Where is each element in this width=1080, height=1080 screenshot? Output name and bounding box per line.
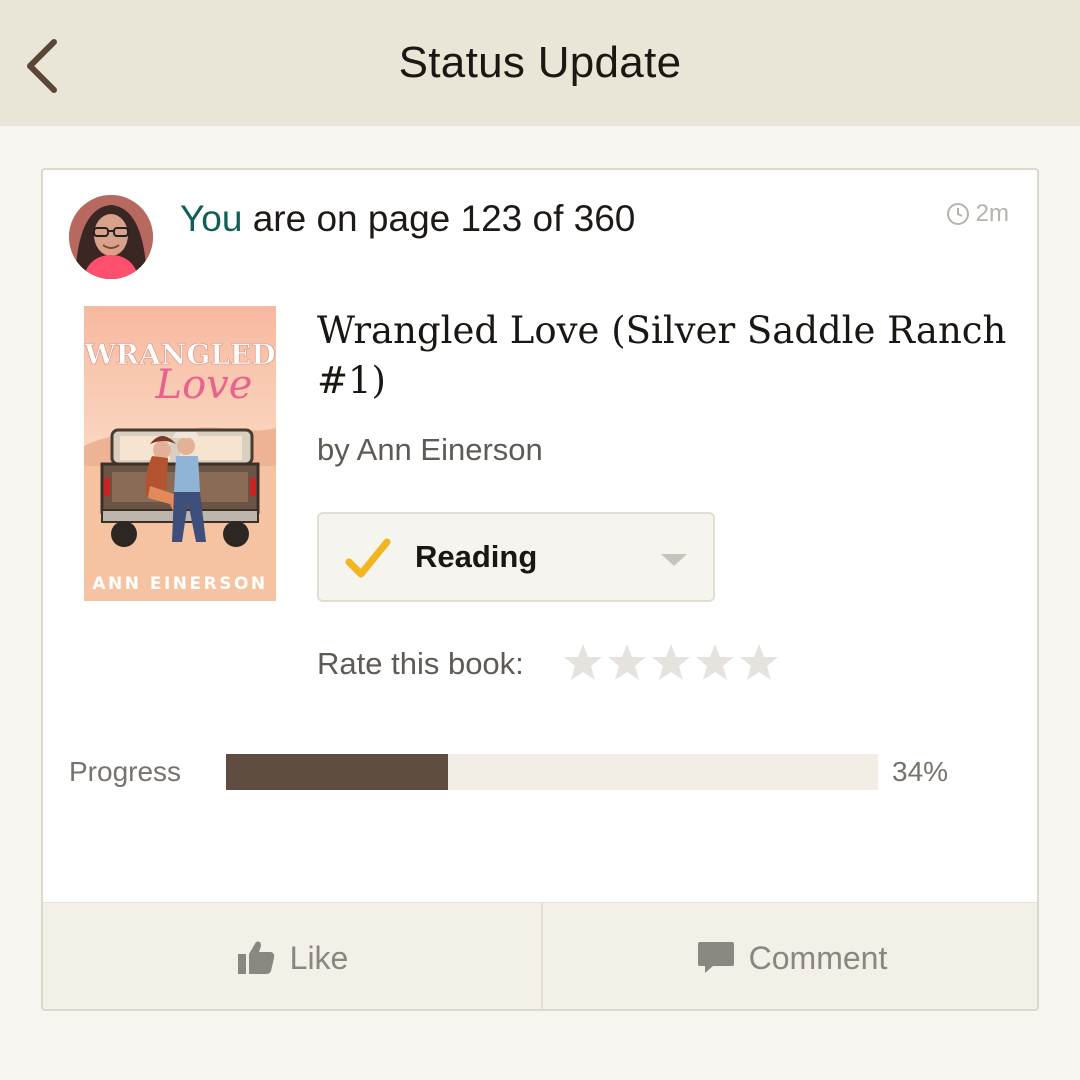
- comment-label: Comment: [748, 939, 888, 976]
- status-update-card: You are on page 123 of 360 2m WRANGLED L…: [41, 168, 1039, 1011]
- progress-percent: 34%: [892, 756, 949, 787]
- avatar[interactable]: [69, 195, 153, 279]
- like-label: Like: [289, 939, 349, 976]
- cover-title-line2: Love: [155, 362, 253, 408]
- cover-author: ANN EINERSON: [92, 574, 267, 594]
- status-message: are on page 123 of 360: [242, 198, 636, 239]
- time-ago: 2m: [975, 200, 1009, 227]
- book-cover[interactable]: WRANGLED Love ANN EINERSON: [84, 306, 276, 601]
- star-icon[interactable]: [607, 642, 647, 682]
- progress-fill: [226, 754, 448, 790]
- star-icon[interactable]: [563, 642, 603, 682]
- progress-label: Progress: [69, 756, 182, 787]
- star-icon[interactable]: [739, 642, 779, 682]
- caret-down-icon: [661, 554, 687, 566]
- status-text: You are on page 123 of 360: [180, 198, 635, 240]
- book-title[interactable]: Wrangled Love (Silver Saddle Ranch #1): [317, 306, 1017, 406]
- book-author[interactable]: by Ann Einerson: [317, 432, 543, 468]
- like-button[interactable]: Like: [43, 903, 541, 1009]
- top-bar: Status Update: [0, 0, 1080, 126]
- page-title: Status Update: [398, 38, 682, 87]
- thumbs-up-icon: [237, 941, 274, 974]
- rating-stars: [563, 642, 779, 682]
- star-icon[interactable]: [651, 642, 691, 682]
- comment-button[interactable]: Comment: [541, 903, 1037, 1009]
- star-icon[interactable]: [695, 642, 735, 682]
- shelf-status-label: Reading: [415, 539, 538, 574]
- checkmark-icon: [345, 538, 391, 578]
- comment-icon: [697, 942, 734, 973]
- you-link[interactable]: You: [180, 198, 242, 239]
- avatar-image: [69, 195, 153, 279]
- clock-icon: [946, 203, 969, 225]
- action-bar: Like Comment: [43, 902, 1037, 1009]
- timestamp: 2m: [946, 200, 1009, 228]
- progress-bar: [226, 754, 878, 790]
- shelf-status-dropdown[interactable]: Reading: [317, 512, 715, 602]
- rate-book-label: Rate this book:: [317, 646, 524, 681]
